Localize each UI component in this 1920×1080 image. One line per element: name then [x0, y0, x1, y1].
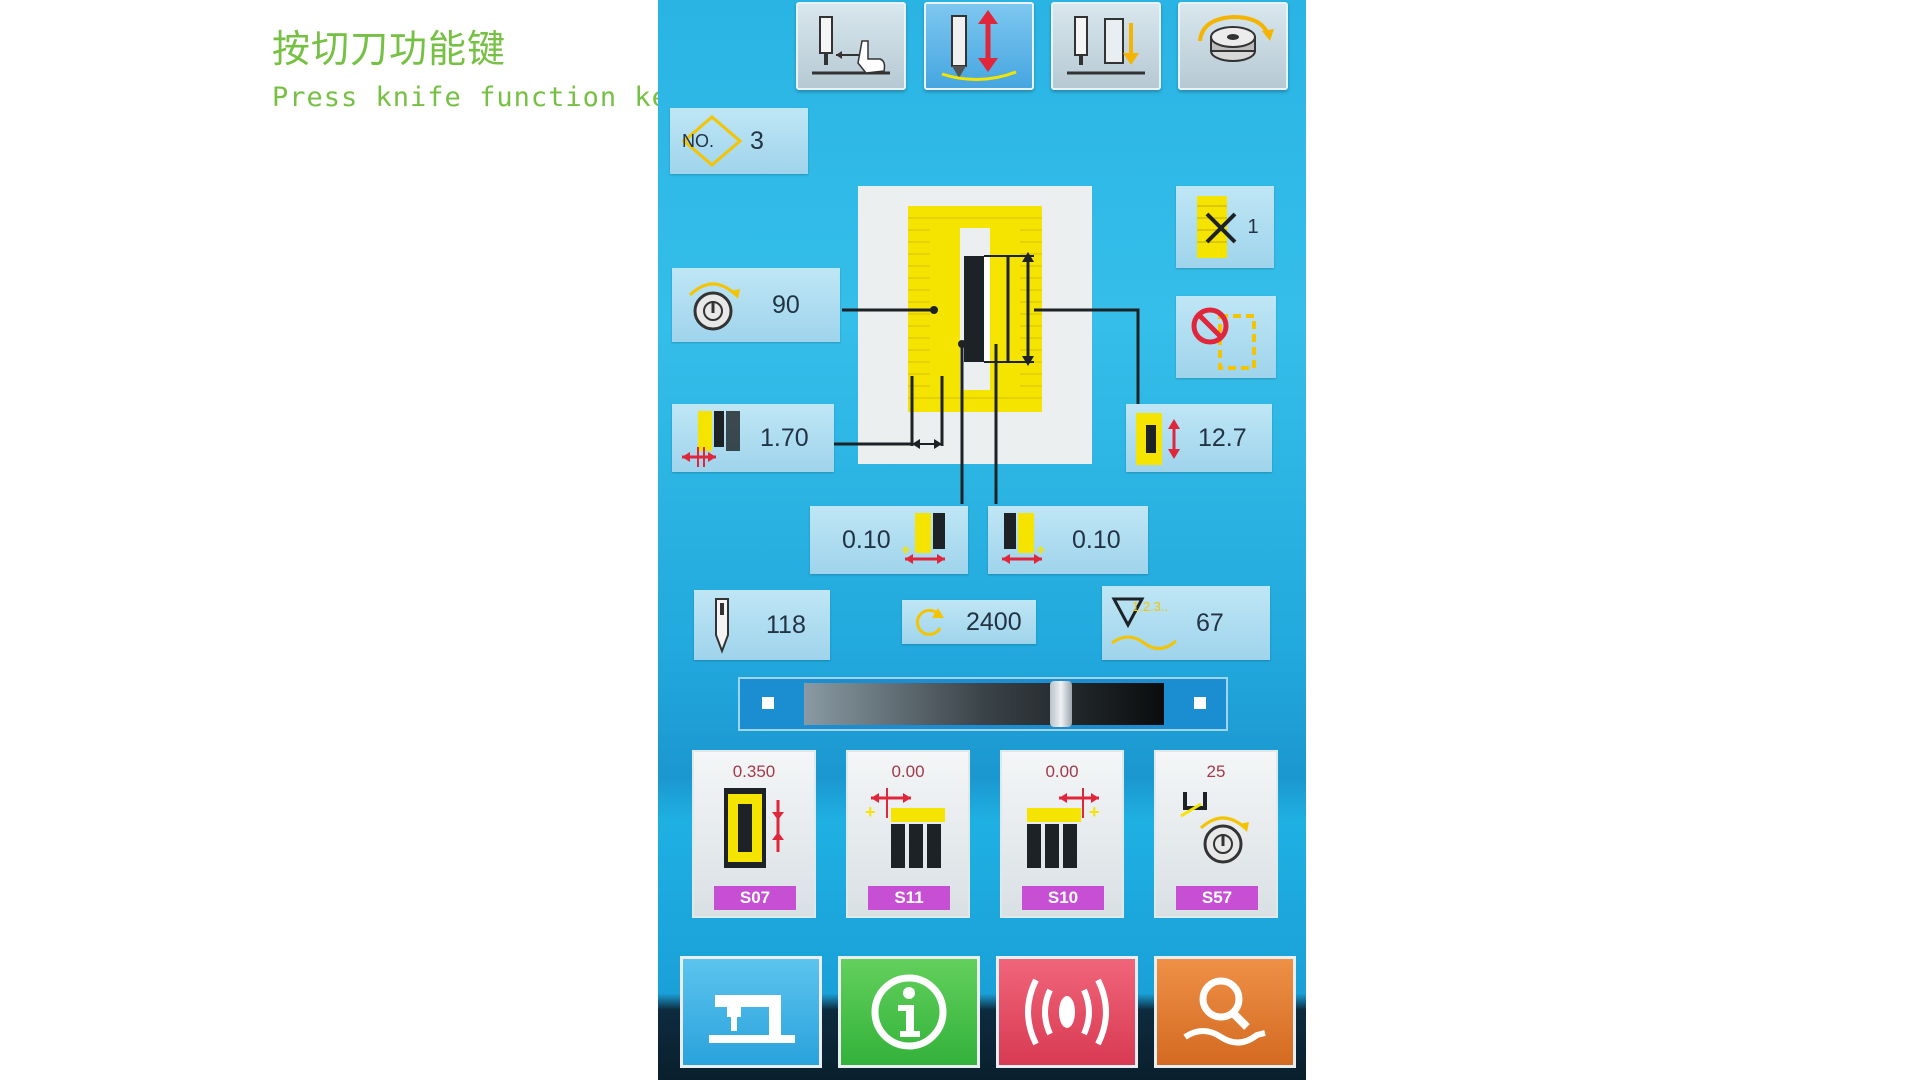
needle-count-panel[interactable]: 118: [694, 590, 830, 660]
svg-text:+: +: [901, 542, 910, 559]
sewing-mode-button[interactable]: [680, 956, 822, 1068]
info-button[interactable]: [838, 956, 980, 1068]
counter-value: 1: [1247, 215, 1259, 238]
caption-english: Press knife function key: [272, 82, 687, 113]
prohibit-area-panel[interactable]: [1176, 296, 1276, 378]
param-value: 0.00: [891, 762, 925, 781]
tension-dial-icon: [688, 282, 740, 331]
param-card-s10[interactable]: 0.00 + S10: [1000, 750, 1124, 918]
right-offset-value: 0.10: [1072, 525, 1121, 554]
needle-icon: [715, 598, 729, 654]
tension-value: 90: [772, 290, 800, 319]
cutting-space-value: 1.70: [760, 423, 809, 452]
info-icon: [871, 974, 947, 1050]
param-tag: S11: [868, 886, 950, 910]
speed-rotate-icon: [915, 608, 944, 636]
buttonhole-width-icon: [724, 788, 784, 868]
knife-length-value: 12.7: [1198, 423, 1247, 452]
sewing-machine-icon: [709, 995, 795, 1043]
needle-count-value: 118: [766, 610, 806, 639]
counter-x-icon: [1197, 196, 1237, 258]
bartack-right-icon: +: [1027, 788, 1100, 868]
counter-panel[interactable]: 1: [1176, 186, 1274, 268]
communication-icon: [1025, 978, 1109, 1046]
total-counter-icon: 1.2.3..: [1111, 597, 1177, 650]
search-icon: [1183, 977, 1266, 1046]
param-value: 25: [1206, 762, 1226, 781]
tension-setting-icon: [1180, 792, 1249, 864]
param-value: 0.00: [1045, 762, 1079, 781]
knife-length-panel[interactable]: 12.7: [1126, 404, 1272, 472]
left-offset-panel[interactable]: 0.10 +: [810, 506, 968, 574]
svg-text:+: +: [1036, 542, 1045, 559]
param-card-s57[interactable]: 25 S57: [1154, 750, 1278, 918]
speed-slider[interactable]: [738, 677, 1228, 731]
svg-text:+: +: [865, 802, 876, 822]
communication-button[interactable]: [996, 956, 1138, 1068]
total-counter-panel[interactable]: 1.2.3.. 67: [1102, 586, 1270, 660]
right-offset-panel[interactable]: + 0.10: [988, 506, 1148, 574]
knife-length-icon: [1136, 413, 1180, 465]
param-card-s07[interactable]: 0.350 S07: [692, 750, 816, 918]
bartack-left-icon: +: [865, 788, 945, 868]
cutting-space-panel[interactable]: 1.70: [672, 404, 834, 472]
cutting-space-icon: [682, 411, 740, 467]
param-tag: S07: [714, 886, 796, 910]
thread-tension-panel[interactable]: 90: [672, 268, 840, 342]
slider-track[interactable]: [804, 683, 1164, 725]
left-offset-value: 0.10: [842, 525, 891, 554]
param-tag: S57: [1176, 886, 1258, 910]
speed-panel[interactable]: 2400: [902, 600, 1036, 644]
search-button[interactable]: [1154, 956, 1296, 1068]
slider-thumb[interactable]: [1050, 681, 1072, 727]
svg-text:+: +: [1089, 802, 1100, 822]
total-counter-value: 67: [1196, 608, 1224, 637]
slider-increase-button[interactable]: [1194, 697, 1206, 709]
param-tag: S10: [1022, 886, 1104, 910]
slider-decrease-button[interactable]: [762, 697, 774, 709]
control-panel-screen: NO. 3 1 90 1.70 12.7 0.10 + + 0.10 118 2…: [658, 0, 1306, 1080]
speed-value: 2400: [966, 607, 1022, 636]
prohibit-icon: [1191, 307, 1256, 370]
total-counter-label: 1.2.3..: [1132, 599, 1168, 614]
param-value: 0.350: [732, 762, 776, 781]
caption-chinese: 按切刀功能键: [272, 27, 507, 71]
left-offset-icon: +: [901, 513, 945, 564]
param-card-s11[interactable]: 0.00 + S11: [846, 750, 970, 918]
right-offset-icon: +: [1002, 513, 1045, 564]
